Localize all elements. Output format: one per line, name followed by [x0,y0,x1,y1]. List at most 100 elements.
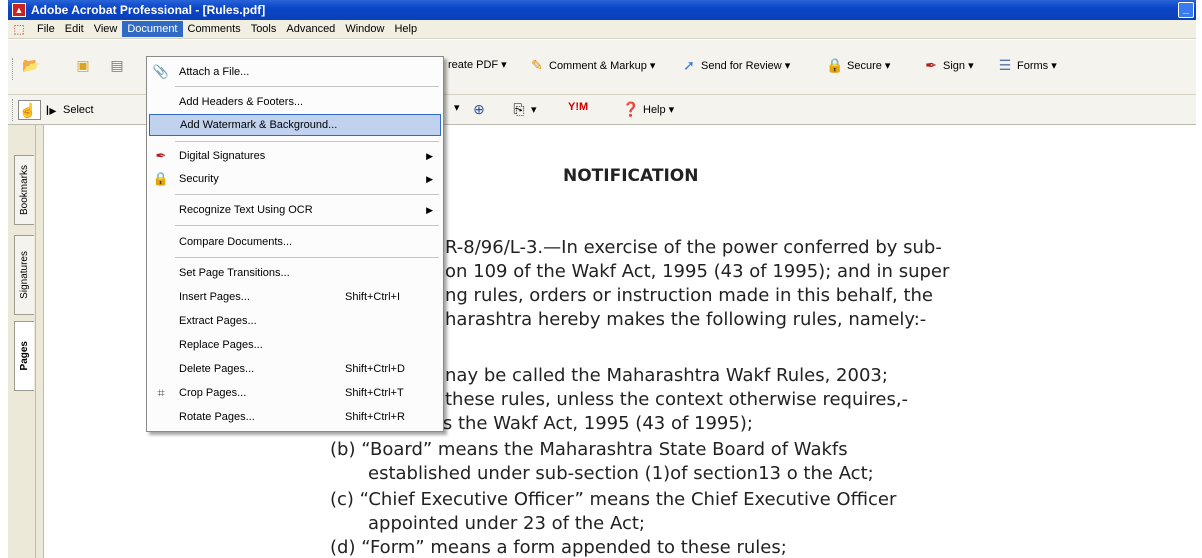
forms-icon: ☰ [998,56,1012,73]
panel-splitter[interactable] [36,125,44,558]
menu-file[interactable]: File [32,21,60,37]
comment-markup-button[interactable]: ✎ Comment & Markup ▾ [528,56,655,74]
page-heading: NOTIFICATION [563,166,699,186]
menu-advanced[interactable]: Advanced [281,21,340,37]
help-icon: ❓ [622,100,640,117]
document-icon[interactable]: ⬚ [12,22,26,36]
open-button[interactable]: 📂 [22,56,43,74]
menu-item-rotate-pages[interactable]: Rotate Pages... Shift+Ctrl+R [149,406,441,428]
help-label: Help ▾ [643,103,675,116]
chevron-down-icon: ▾ [454,102,460,114]
sign-button[interactable]: ✒ Sign ▾ [922,56,974,74]
doc-line: (c) “Chief Executive Officer” means the … [330,489,897,510]
lock-icon: 🔒 [152,171,170,186]
tab-signatures[interactable]: Signatures [14,235,34,315]
minimize-button[interactable]: _ [1178,2,1194,18]
menu-item-insert-pages[interactable]: Insert Pages... Shift+Ctrl+I [149,286,441,308]
menu-tools[interactable]: Tools [246,21,282,37]
menu-item-digital-signatures[interactable]: ✒ Digital Signatures ▶ [149,145,441,167]
yahoo-label: Y!M [568,101,589,113]
menu-item-label: Crop Pages... [179,387,247,399]
title-bar: ▲ Adobe Acrobat Professional - [Rules.pd… [8,0,1196,20]
menu-item-crop-pages[interactable]: ⌗ Crop Pages... Shift+Ctrl+T [149,382,441,404]
forms-label: Forms ▾ [1017,59,1057,72]
toolbar-grip[interactable] [12,99,15,121]
submenu-arrow-icon: ▶ [426,150,433,161]
menu-separator [175,86,439,87]
menu-item-shortcut: Shift+Ctrl+T [345,387,404,399]
menu-item-security[interactable]: 🔒 Security ▶ [149,168,441,190]
create-pdf-label: reate PDF ▾ [448,59,507,71]
menu-help[interactable]: Help [389,21,422,37]
tab-pages-label: Pages [19,341,30,371]
zoom-dropdown-button[interactable]: ▾ [454,101,460,114]
menu-item-replace-pages[interactable]: Replace Pages... [149,334,441,356]
menu-item-label: Insert Pages... [179,291,250,303]
menu-item-label: Replace Pages... [179,339,263,351]
submenu-arrow-icon: ▶ [426,204,433,215]
document-menu: 📎 Attach a File... Add Headers & Footers… [146,56,444,432]
select-label: Select [63,104,94,116]
hand-tool-button[interactable]: ☝ [18,100,41,120]
lock-icon: 🔒 [826,56,844,73]
yahoo-messenger-button[interactable]: Y!M [568,101,588,113]
menu-item-shortcut: Shift+Ctrl+R [345,411,405,423]
menu-item-label: Recognize Text Using OCR [179,204,313,216]
send-review-label: Send for Review ▾ [701,59,791,72]
organizer-button[interactable]: ▣ [74,56,95,74]
menu-document[interactable]: Document [122,21,183,37]
send-review-icon: ➚ [683,56,695,73]
menu-item-label: Add Watermark & Background... [180,119,338,131]
menu-item-label: Rotate Pages... [179,411,255,423]
menu-item-label: Attach a File... [179,66,250,78]
forms-button[interactable]: ☰ Forms ▾ [996,56,1057,74]
menu-window[interactable]: Window [340,21,389,37]
sign-label: Sign ▾ [943,59,974,72]
menu-item-delete-pages[interactable]: Delete Pages... Shift+Ctrl+D [149,358,441,380]
menu-item-label: Extract Pages... [179,315,257,327]
menu-item-compare-documents[interactable]: Compare Documents... [149,231,441,253]
paperclip-icon: 📎 [152,64,170,79]
menu-item-extract-pages[interactable]: Extract Pages... [149,310,441,332]
secure-button[interactable]: 🔒 Secure ▾ [826,56,890,74]
doc-line: appointed under 23 of the Act; [368,513,645,534]
page-display-button[interactable]: ⎘ ▾ [510,100,537,118]
hand-icon: ☝ [19,101,37,118]
save-button[interactable]: ▤ [108,56,129,74]
menu-edit[interactable]: Edit [60,21,89,37]
menu-comments[interactable]: Comments [183,21,246,37]
chevron-down-icon: ▾ [531,103,537,116]
help-button[interactable]: ❓ Help ▾ [622,100,674,118]
doc-line: harashtra hereby makes the following rul… [445,309,927,330]
acrobat-app-icon[interactable]: ▲ [12,3,26,17]
pen-icon: ✒ [155,148,167,163]
menu-item-watermark-background[interactable]: Add Watermark & Background... [149,114,441,136]
text-cursor-icon: I▸ [45,101,57,118]
menu-item-page-transitions[interactable]: Set Page Transitions... [149,262,441,284]
toolbar-grip[interactable] [12,58,15,80]
menu-bar: ⬚ File Edit View Document Comments Tools… [8,20,1196,39]
comment-markup-label: Comment & Markup ▾ [549,59,656,72]
send-review-button[interactable]: ➚ Send for Review ▾ [680,56,790,74]
menu-item-attach-file[interactable]: 📎 Attach a File... [149,61,441,83]
crop-icon: ⌗ [157,385,165,400]
menu-item-label: Security [179,173,219,185]
create-pdf-button[interactable]: reate PDF ▾ [448,58,507,71]
tab-pages[interactable]: Pages [14,321,34,391]
doc-line: ng rules, orders or instruction made in … [445,285,933,306]
menu-item-headers-footers[interactable]: Add Headers & Footers... [149,91,441,113]
doc-line: these rules, unless the context otherwis… [445,389,909,410]
doc-line: (b) “Board” means the Maharashtra State … [330,439,848,460]
menu-item-label: Set Page Transitions... [179,267,290,279]
zoom-in-button[interactable]: ⊕ [470,100,491,118]
select-tool-button[interactable]: I▸ Select [42,101,94,119]
menu-separator [175,194,439,195]
tab-bookmarks[interactable]: Bookmarks [14,155,34,225]
menu-item-label: Add Headers & Footers... [179,96,304,108]
save-icon: ▤ [110,56,124,73]
menu-item-ocr[interactable]: Recognize Text Using OCR ▶ [149,199,441,221]
pen-icon: ✒ [925,56,937,73]
tab-bookmarks-label: Bookmarks [19,164,30,215]
menu-view[interactable]: View [89,21,123,37]
doc-line: established under sub-section (1)of sect… [368,463,874,484]
